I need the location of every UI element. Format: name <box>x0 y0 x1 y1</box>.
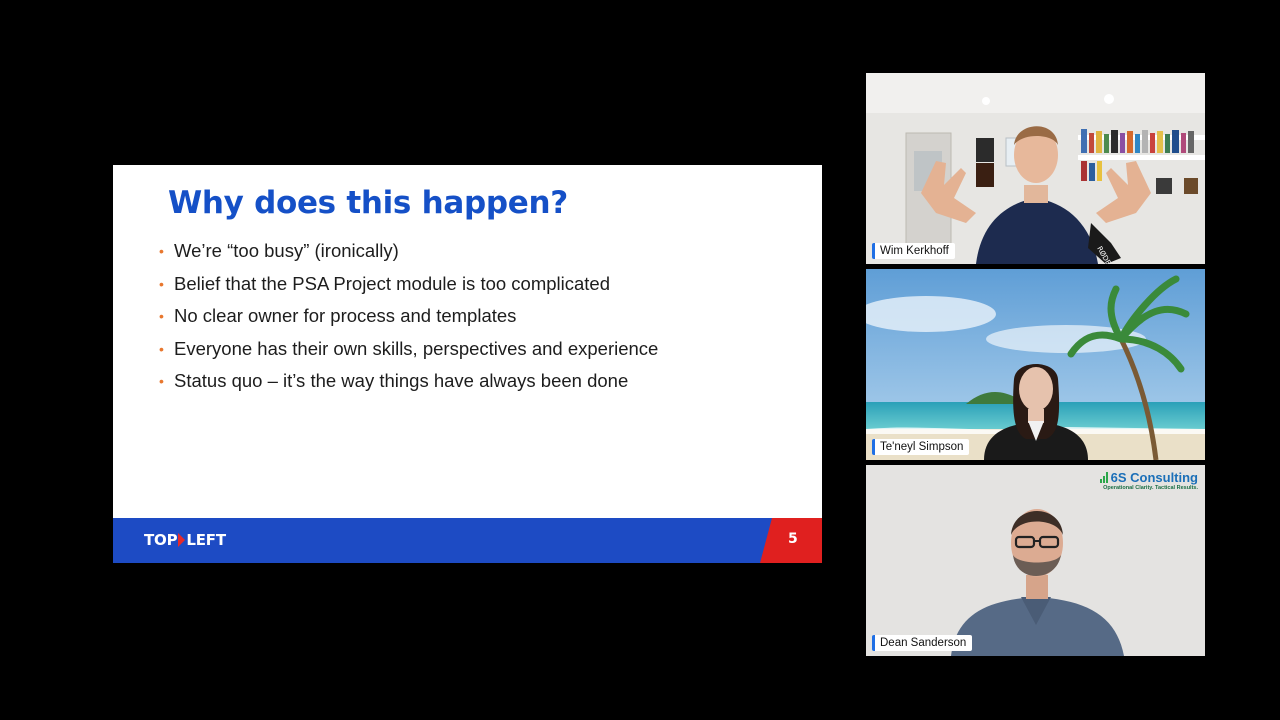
slide-footer: TOP LEFT 5 <box>113 518 822 563</box>
bullet-dot-icon: • <box>159 243 164 259</box>
video-tile-teneyl[interactable]: Te'neyl Simpson <box>866 269 1205 460</box>
meeting-stage: Why does this happen? • We’re “too busy”… <box>0 0 1280 720</box>
page-number: 5 <box>788 531 798 547</box>
bullet-dot-icon: • <box>159 275 164 292</box>
slide-bullet-text: Status quo – it’s the way things have al… <box>174 370 629 391</box>
participant-name-tag: Wim Kerkhoff <box>872 243 955 259</box>
slide-bullet: • No clear owner for process and templat… <box>159 304 658 337</box>
logo-text-right: LEFT <box>186 531 226 549</box>
participant-name-tag: Dean Sanderson <box>872 635 973 651</box>
topleft-logo: TOP LEFT <box>144 531 226 549</box>
shared-slide: Why does this happen? • We’re “too busy”… <box>113 165 822 563</box>
slide-bullet: • Belief that the PSA Project module is … <box>159 272 658 305</box>
brand-name: 6S Consulting <box>1099 470 1198 485</box>
consulting-brand: 6S Consulting Operational Clarity. Tacti… <box>1099 470 1198 491</box>
page-number-badge: 5 <box>760 518 822 563</box>
bullet-dot-icon: • <box>159 340 164 357</box>
slide-bullet: • We’re “too busy” (ironically) <box>159 239 658 272</box>
slide-bullet-text: Belief that the PSA Project module is to… <box>174 272 611 294</box>
participant-name-tag: Te'neyl Simpson <box>872 439 970 455</box>
brand-company: 6S Consulting <box>1110 470 1198 485</box>
slide-bullet: • Status quo – it’s the way things have … <box>159 369 658 402</box>
video-feed-teneyl <box>866 269 1205 460</box>
slide-title: Why does this happen? <box>168 185 568 221</box>
slide-bullet-list: • We’re “too busy” (ironically) • Belief… <box>159 239 658 402</box>
logo-text-left: TOP <box>144 531 178 549</box>
logo-chevron-icon <box>178 533 186 547</box>
slide-bullet-text: No clear owner for process and templates <box>174 305 517 326</box>
video-feed-wim: RØDE <box>866 73 1205 264</box>
video-feed-dean <box>866 465 1205 656</box>
slide-bullet-text: We’re “too busy” (ironically) <box>174 240 399 261</box>
bullet-dot-icon: • <box>159 308 164 324</box>
bar-chart-icon <box>1099 472 1108 483</box>
bullet-dot-icon: • <box>159 373 164 389</box>
video-tile-dean[interactable]: 6S Consulting Operational Clarity. Tacti… <box>866 465 1205 656</box>
slide-bullet-text: Everyone has their own skills, perspecti… <box>174 337 659 359</box>
video-tile-wim[interactable]: RØDE Wim Kerkhoff <box>866 73 1205 264</box>
brand-tagline: Operational Clarity. Tactical Results. <box>1103 485 1198 491</box>
slide-bullet: • Everyone has their own skills, perspec… <box>159 337 658 370</box>
